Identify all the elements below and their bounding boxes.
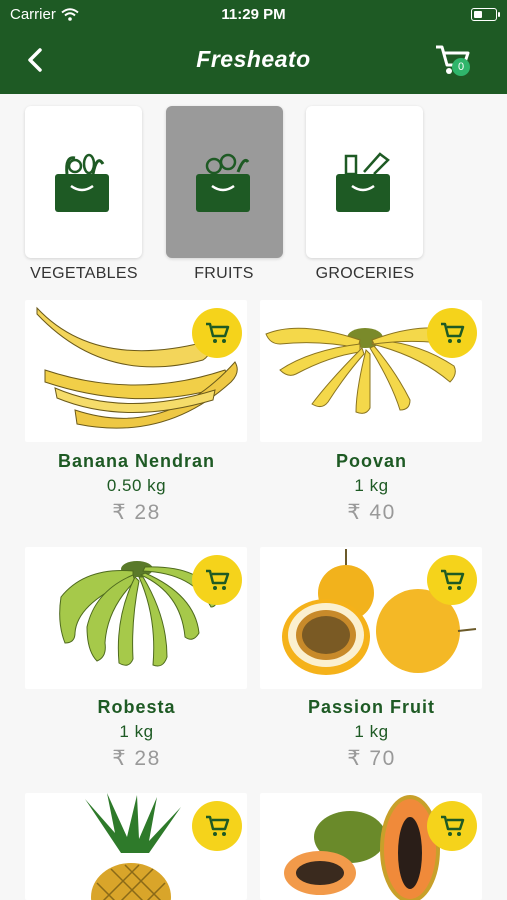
product-quantity: 1 kg <box>119 722 154 741</box>
add-to-cart-button[interactable] <box>192 308 242 358</box>
product-quantity: 0.50 kg <box>106 476 167 495</box>
grocery-bag-icon <box>336 152 390 212</box>
product-name: Robesta <box>97 697 176 717</box>
category-label-fruits: FRUITS <box>194 265 254 282</box>
product-price: ₹ 28 <box>112 501 161 524</box>
category-label-groceries: GROCERIES <box>315 265 415 282</box>
app-header: Carrier 11:29 PM Fresheato 0 <box>0 0 507 94</box>
cart-icon <box>206 322 230 343</box>
cart-icon <box>441 569 465 590</box>
cart-icon <box>206 815 230 836</box>
add-to-cart-button[interactable] <box>427 308 477 358</box>
status-time: 11:29 PM <box>221 6 286 23</box>
status-bar: Carrier 11:29 PM <box>0 6 507 24</box>
cart-icon <box>441 815 465 836</box>
cart-count-badge: 0 <box>452 58 470 76</box>
page-title: Fresheato <box>196 46 311 72</box>
add-to-cart-button[interactable] <box>192 555 242 605</box>
product-price: ₹ 70 <box>347 747 396 770</box>
cart-icon <box>206 569 230 590</box>
category-vegetables[interactable] <box>25 106 142 258</box>
category-fruits[interactable] <box>166 106 283 258</box>
product-price: ₹ 40 <box>347 501 396 524</box>
category-groceries[interactable] <box>306 106 423 258</box>
add-to-cart-button[interactable] <box>427 801 477 851</box>
product-name: Poovan <box>335 451 407 471</box>
battery-icon <box>471 8 500 21</box>
product-quantity: 1 kg <box>354 476 389 495</box>
cart-icon <box>441 322 465 343</box>
add-to-cart-button[interactable] <box>192 801 242 851</box>
fruit-bag-icon <box>196 153 250 212</box>
product-name: Passion Fruit <box>307 697 436 717</box>
product-price: ₹ 28 <box>112 747 161 770</box>
product-name: Banana Nendran <box>57 451 216 471</box>
add-to-cart-button[interactable] <box>427 555 477 605</box>
category-label-vegetables: VEGETABLES <box>30 265 138 282</box>
vegetable-bag-icon <box>55 153 109 212</box>
product-quantity: 1 kg <box>354 722 389 741</box>
